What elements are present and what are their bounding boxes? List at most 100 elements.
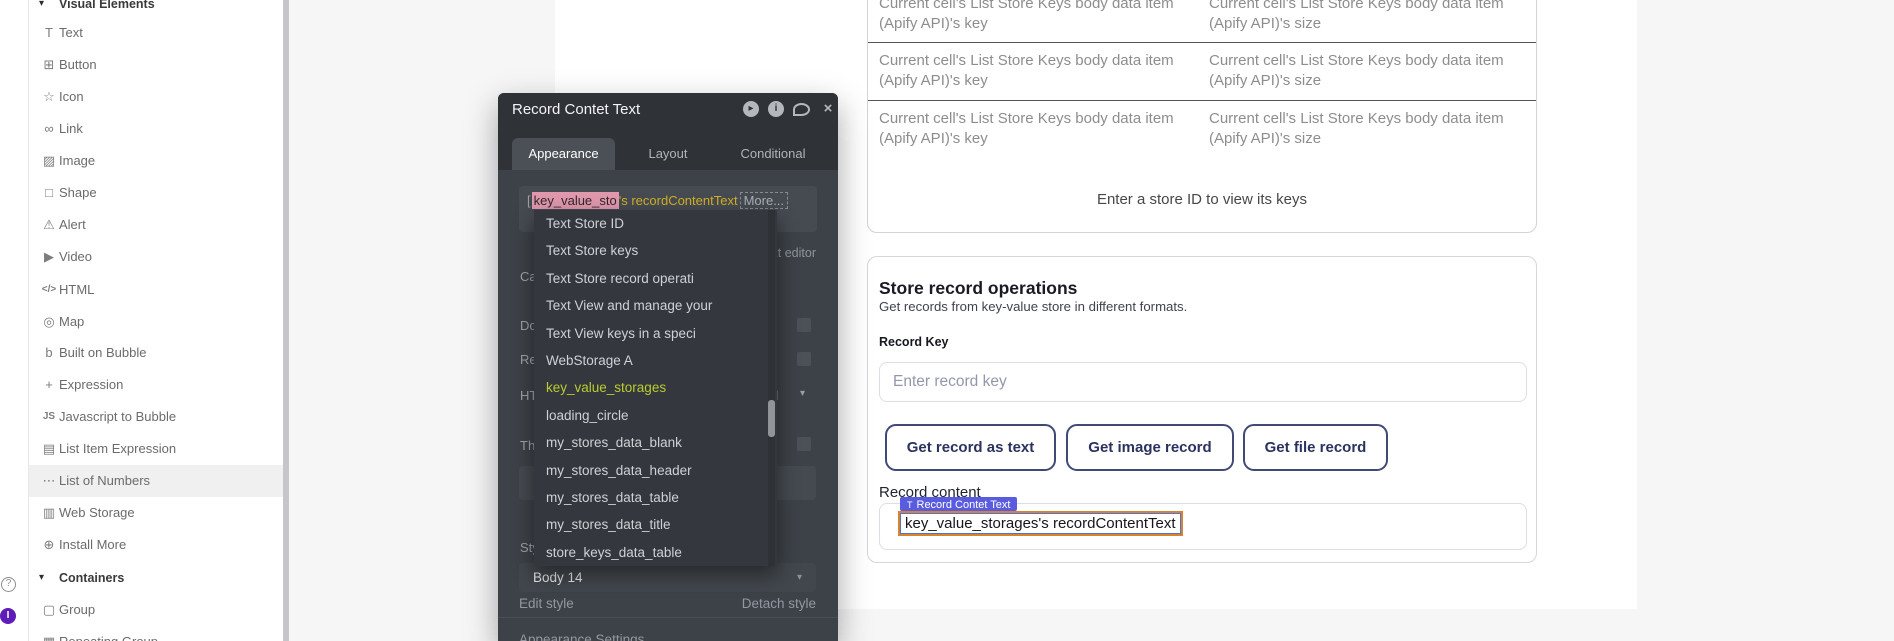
dropdown-item-highlighted[interactable]: key_value_storages xyxy=(534,374,777,401)
checkbox[interactable] xyxy=(797,318,811,332)
chevron-down-icon: ▾ xyxy=(800,388,805,399)
dropdown-item[interactable]: Text Store keys xyxy=(534,237,777,264)
palette-scrollbar[interactable] xyxy=(283,0,289,641)
get-image-record-button[interactable]: Get image record xyxy=(1066,424,1234,471)
element-palette: ▾ Visual Elements T Text ⊞ Button ☆ Icon… xyxy=(28,0,283,641)
dropdown-item[interactable]: Text View keys in a speci xyxy=(534,320,777,347)
sidebar-item-built-on-bubble[interactable]: b Built on Bubble xyxy=(29,337,284,369)
js-icon: JS xyxy=(39,401,59,433)
sidebar-item-button[interactable]: ⊞ Button xyxy=(29,49,284,81)
left-toolbar-strip: ? I xyxy=(0,0,28,641)
help-icon[interactable]: ? xyxy=(1,577,16,592)
sidebar-item-list-item-expression[interactable]: ▤ List Item Expression xyxy=(29,433,284,465)
video-icon: ▶ xyxy=(39,241,59,273)
section-header-visual-elements[interactable]: ▾ Visual Elements xyxy=(29,0,284,16)
link-icon: ∞ xyxy=(39,113,59,145)
caret-down-icon: ▾ xyxy=(39,0,44,16)
dropdown-item[interactable]: Text Store ID xyxy=(534,210,777,237)
shape-icon: □ xyxy=(39,177,59,209)
sidebar-item-javascript-to-bubble[interactable]: JS Javascript to Bubble xyxy=(29,401,284,433)
map-pin-icon: ◎ xyxy=(39,306,59,338)
checkbox[interactable] xyxy=(797,437,811,451)
selected-text-element[interactable]: key_value_storages's recordContentText xyxy=(898,511,1183,536)
chevron-down-icon: ▾ xyxy=(797,563,802,592)
divider xyxy=(498,617,838,618)
storage-icon: ▥ xyxy=(39,497,59,529)
star-icon: ☆ xyxy=(39,81,59,113)
dropdown-item[interactable]: Text View and manage your xyxy=(534,292,777,319)
sidebar-item-link[interactable]: ∞ Link xyxy=(29,113,284,145)
close-icon[interactable]: × xyxy=(820,101,836,117)
info-icon[interactable]: i xyxy=(768,101,784,117)
comment-icon[interactable] xyxy=(793,103,810,116)
code-icon: </> xyxy=(39,274,59,306)
dropdown-item[interactable]: store_keys_data_table xyxy=(534,539,777,566)
empty-state-message: Enter a store ID to view its keys xyxy=(868,186,1536,214)
repeating-group-icon: ▦ xyxy=(39,626,59,641)
ellipsis-icon: ⋯ xyxy=(39,465,59,497)
tab-appearance[interactable]: Appearance xyxy=(512,138,615,170)
tab-layout[interactable]: Layout xyxy=(623,138,713,170)
autocomplete-dropdown: Text Store ID Text Store keys Text Store… xyxy=(534,210,777,566)
sidebar-item-map[interactable]: ◎ Map xyxy=(29,306,284,338)
caret-down-icon: ▾ xyxy=(39,566,44,590)
sidebar-item-alert[interactable]: ⚠ Alert xyxy=(29,209,284,241)
dropdown-item[interactable]: Text Store record operati xyxy=(534,265,777,292)
sidebar-item-repeating-group[interactable]: ▦ Repeating Group xyxy=(29,626,284,641)
install-plus-icon: ⊕ xyxy=(39,529,59,561)
cell-size-text[interactable]: Current cell's List Store Keys body data… xyxy=(1209,0,1529,34)
get-record-as-text-button[interactable]: Get record as text xyxy=(885,424,1056,471)
button-icon: ⊞ xyxy=(39,49,59,81)
composer-selected-text[interactable]: key_value_sto xyxy=(532,192,619,209)
sidebar-item-text[interactable]: T Text xyxy=(29,17,284,49)
dropdown-item[interactable]: my_stores_data_table xyxy=(534,484,777,511)
repeating-group-element[interactable]: Current cell's List Store Keys body data… xyxy=(867,0,1537,233)
sidebar-item-image[interactable]: ▨ Image xyxy=(29,145,284,177)
composer-more-token[interactable]: More... xyxy=(740,192,788,209)
cell-size-text[interactable]: Current cell's List Store Keys body data… xyxy=(1209,51,1529,91)
section-header-containers[interactable]: ▾ Containers xyxy=(29,566,284,590)
store-record-operations-card[interactable]: Store record operations Get records from… xyxy=(867,256,1537,563)
sidebar-item-shape[interactable]: □ Shape xyxy=(29,177,284,209)
image-icon: ▨ xyxy=(39,145,59,177)
sidebar-item-icon[interactable]: ☆ Icon xyxy=(29,81,284,113)
panel-header[interactable]: Record Contet Text ▸ i × Appearance Layo… xyxy=(498,93,838,170)
dropdown-item[interactable]: my_stores_data_blank xyxy=(534,429,777,456)
composer-expression-text[interactable]: 's recordContentText xyxy=(619,193,738,208)
record-key-label: Record Key xyxy=(879,335,948,349)
dropdown-item[interactable]: loading_circle xyxy=(534,402,777,429)
avatar[interactable]: I xyxy=(0,608,16,624)
dropdown-item[interactable]: my_stores_data_header xyxy=(534,457,777,484)
text-element-icon: T xyxy=(907,500,913,510)
detach-style-link[interactable]: Detach style xyxy=(742,596,816,611)
dropdown-item[interactable]: WebStorage A xyxy=(534,347,777,374)
sidebar-item-html[interactable]: </> HTML xyxy=(29,274,284,306)
cell-size-text[interactable]: Current cell's List Store Keys body data… xyxy=(1209,109,1529,149)
table-row[interactable]: Current cell's List Store Keys body data… xyxy=(868,43,1536,101)
plus-icon: + xyxy=(39,369,59,401)
panel-title: Record Contet Text xyxy=(512,101,640,118)
sidebar-item-video[interactable]: ▶ Video xyxy=(29,241,284,273)
sidebar-item-web-storage[interactable]: ▥ Web Storage xyxy=(29,497,284,529)
insert-dynamic-data-icon[interactable]: [ xyxy=(527,193,531,208)
card-title: Store record operations xyxy=(879,278,1077,299)
sidebar-item-list-of-numbers[interactable]: ⋯ List of Numbers xyxy=(29,465,284,497)
table-row[interactable]: Current cell's List Store Keys body data… xyxy=(868,101,1536,159)
sidebar-item-install-more[interactable]: ⊕ Install More xyxy=(29,529,284,561)
sidebar-item-expression[interactable]: + Expression xyxy=(29,369,284,401)
style-select[interactable]: Body 14 ▾ xyxy=(519,563,816,592)
get-file-record-button[interactable]: Get file record xyxy=(1243,424,1388,471)
clipboard-icon: ▤ xyxy=(39,433,59,465)
checkbox[interactable] xyxy=(797,352,811,366)
record-key-input[interactable] xyxy=(879,362,1527,402)
cell-key-text[interactable]: Current cell's List Store Keys body data… xyxy=(879,51,1199,91)
cell-key-text[interactable]: Current cell's List Store Keys body data… xyxy=(879,0,1199,34)
cell-key-text[interactable]: Current cell's List Store Keys body data… xyxy=(879,109,1199,149)
edit-style-link[interactable]: Edit style xyxy=(519,596,574,611)
dropdown-scrollbar-thumb[interactable] xyxy=(768,400,775,437)
preview-icon[interactable]: ▸ xyxy=(743,101,759,117)
sidebar-item-group[interactable]: ▢ Group xyxy=(29,594,284,626)
table-row[interactable]: Current cell's List Store Keys body data… xyxy=(868,0,1536,43)
dropdown-item[interactable]: my_stores_data_title xyxy=(534,511,777,538)
tab-conditional[interactable]: Conditional xyxy=(723,138,823,170)
